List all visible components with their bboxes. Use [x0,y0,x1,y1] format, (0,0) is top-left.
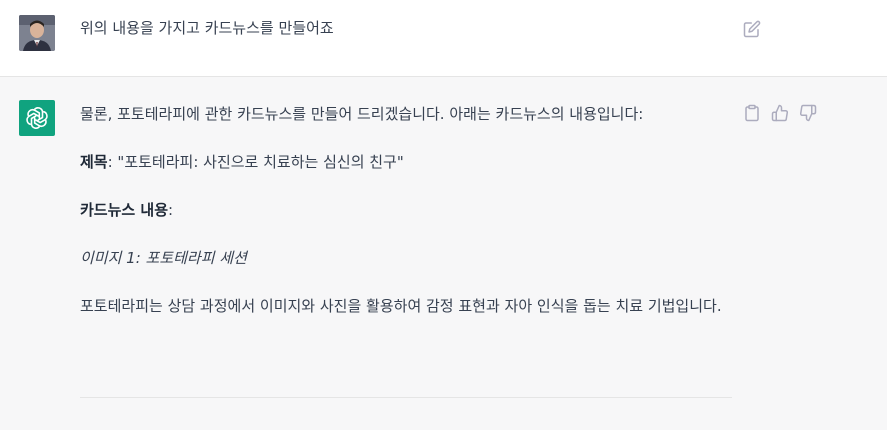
intro-paragraph: 물론, 포토테라피에 관한 카드뉴스를 만들어 드리겠습니다. 아래는 카드뉴스… [80,105,644,123]
divider [80,397,732,398]
user-message-text: 위의 내용을 가지고 카드뉴스를 만들어죠 [80,19,334,37]
user-avatar [19,15,55,51]
user-avatar-photo [19,15,55,51]
content-label: 카드뉴스 내용 [80,201,169,219]
assistant-message-content: 물론, 포토테라피에 관한 카드뉴스를 만들어 드리겠습니다. 아래는 카드뉴스… [80,103,740,343]
body-paragraph: 포토테라피는 상담 과정에서 이미지와 사진을 활용하여 감정 표현과 자아 인… [80,297,722,315]
message-actions [743,104,817,122]
title-label: 제목 [80,153,108,171]
assistant-message-row: 물론, 포토테라피에 관한 카드뉴스를 만들어 드리겠습니다. 아래는 카드뉴스… [0,77,887,430]
user-message-row: 위의 내용을 가지고 카드뉴스를 만들어죠 [0,0,887,77]
openai-logo-icon [19,100,55,136]
edit-icon[interactable] [743,20,761,38]
thumbs-down-icon[interactable] [799,104,817,122]
title-paragraph: 제목: "포토테라피: 사진으로 치료하는 심신의 친구" [80,151,740,173]
content-heading-paragraph: 카드뉴스 내용: [80,199,740,221]
title-value: : "포토테라피: 사진으로 치료하는 심신의 친구" [107,153,404,171]
thumbs-up-icon[interactable] [771,104,789,122]
image-caption: 이미지 1: 포토테라피 세션 [80,249,247,267]
copy-icon[interactable] [743,104,761,122]
content-colon: : [168,201,174,219]
